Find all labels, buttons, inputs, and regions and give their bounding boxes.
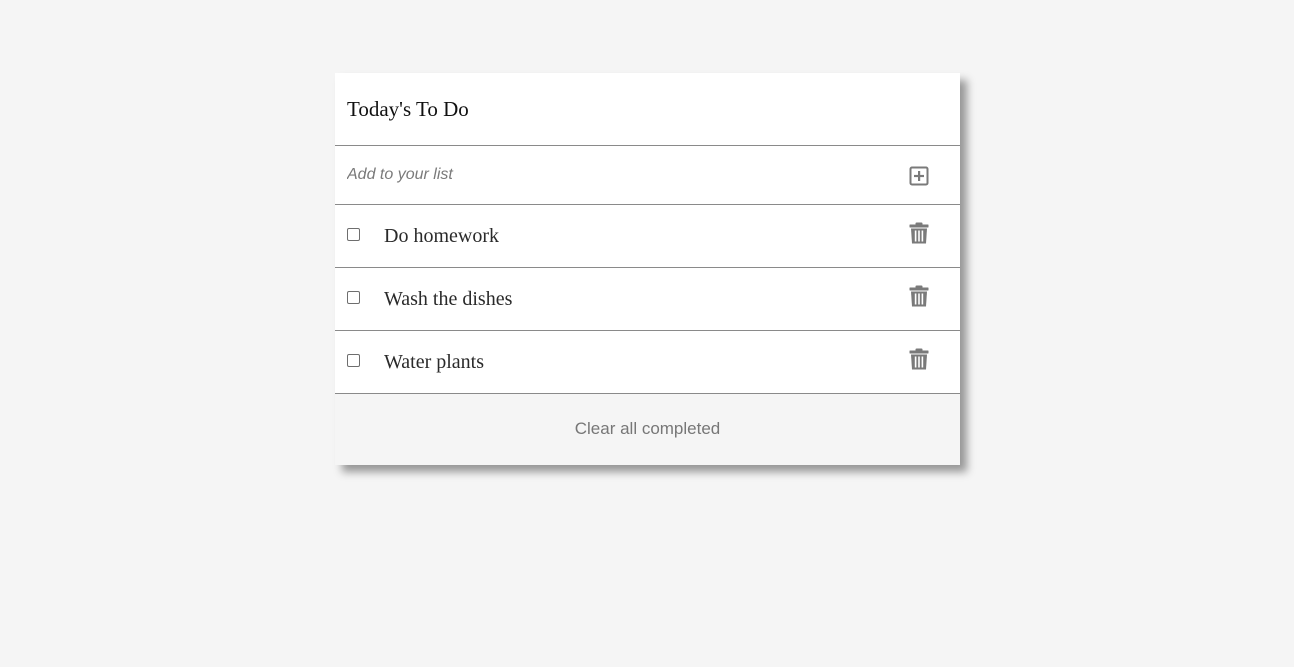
todo-text: Wash the dishes — [384, 288, 513, 310]
trash-icon[interactable] — [909, 285, 929, 307]
todo-text: Water plants — [384, 351, 485, 373]
card-footer: Clear all completed — [335, 394, 960, 465]
todo-checkbox[interactable] — [347, 291, 360, 304]
trash-icon[interactable] — [909, 222, 929, 244]
page-title: Today's To Do — [347, 96, 469, 121]
trash-icon[interactable] — [909, 348, 929, 370]
todo-item: Water plants — [335, 331, 960, 394]
todo-item: Wash the dishes — [335, 268, 960, 331]
todo-checkbox[interactable] — [347, 228, 360, 241]
todo-card: Today's To Do Do homework — [335, 73, 960, 465]
clear-completed-button[interactable]: Clear all completed — [575, 419, 721, 439]
todo-item: Do homework — [335, 205, 960, 268]
todo-text: Do homework — [384, 225, 499, 247]
card-header: Today's To Do — [335, 73, 960, 146]
todo-list: Do homework Wash the dishes Water plants — [335, 205, 960, 394]
plus-square-icon[interactable] — [909, 166, 929, 186]
todo-checkbox[interactable] — [347, 354, 360, 367]
add-todo-input[interactable] — [347, 160, 887, 190]
add-todo-row — [335, 146, 960, 205]
